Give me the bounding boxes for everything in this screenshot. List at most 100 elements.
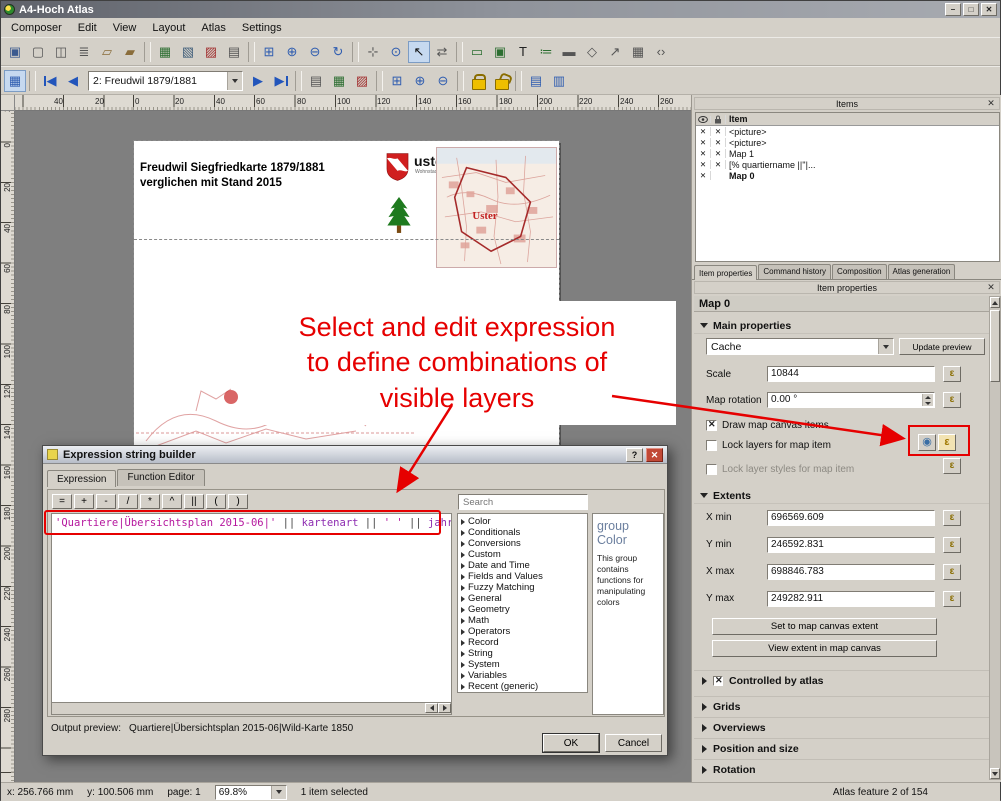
tab-atlas-generation[interactable]: Atlas generation xyxy=(888,264,956,279)
save-project-icon[interactable]: ▣ xyxy=(4,41,26,63)
section-header[interactable]: Overviews xyxy=(694,717,989,738)
lock-checkbox[interactable]: ✕ xyxy=(711,127,726,136)
visibility-checkbox[interactable]: ✕ xyxy=(696,138,711,147)
maximize-button[interactable]: □ xyxy=(963,3,979,16)
visibility-checkbox[interactable]: ✕ xyxy=(696,127,711,136)
scroll-down-icon[interactable] xyxy=(990,768,1000,779)
function-group[interactable]: General xyxy=(459,593,586,604)
historic-map-picture[interactable]: Uster xyxy=(436,147,557,268)
operator-button[interactable]: = xyxy=(52,494,72,509)
update-preview-button[interactable]: Update preview xyxy=(899,338,985,355)
unlock-layers-icon[interactable] xyxy=(490,70,512,92)
scroll-left-icon[interactable] xyxy=(425,703,438,713)
draw-map-canvas-items-checkbox[interactable]: Draw map canvas items xyxy=(706,418,829,432)
tab-expression[interactable]: Expression xyxy=(47,470,116,487)
last-feature-icon[interactable]: ▶ xyxy=(270,70,292,92)
refresh-view-icon[interactable]: ↻ xyxy=(327,41,349,63)
lock-layers-data-defined-button[interactable] xyxy=(938,434,956,451)
properties-scrollbar[interactable] xyxy=(989,296,1001,780)
extent-data-defined-button[interactable] xyxy=(943,537,961,553)
load-template-icon[interactable]: ▱ xyxy=(96,41,118,63)
operator-button[interactable]: ) xyxy=(228,494,248,509)
tab-composition[interactable]: Composition xyxy=(832,264,886,279)
add-image-icon[interactable]: ▣ xyxy=(489,41,511,63)
function-group[interactable]: Recent (generic) xyxy=(459,681,586,692)
menu-item[interactable]: Edit xyxy=(70,20,105,36)
function-group[interactable]: Operators xyxy=(459,626,586,637)
dialog-close-button[interactable]: ✕ xyxy=(646,448,663,462)
export-as-image-icon[interactable]: ▦ xyxy=(154,41,176,63)
page-properties-icon[interactable]: ▥ xyxy=(548,70,570,92)
operator-button[interactable]: / xyxy=(118,494,138,509)
pan-icon[interactable]: ⊹ xyxy=(362,41,384,63)
expression-editor[interactable]: 'Quartiere|Übersichtsplan 2015-06|' || k… xyxy=(51,513,452,703)
duplicate-composition-icon[interactable]: ◫ xyxy=(50,41,72,63)
preview-atlas-icon[interactable]: ▦ xyxy=(4,70,26,92)
select-move-item-icon[interactable]: ↖ xyxy=(408,41,430,63)
section-header[interactable]: Rotation xyxy=(694,759,989,780)
minimize-button[interactable]: – xyxy=(945,3,961,16)
next-feature-icon[interactable]: ▶ xyxy=(247,70,269,92)
scroll-up-icon[interactable] xyxy=(990,297,1000,308)
spinner-buttons[interactable] xyxy=(922,394,933,406)
zoom-combo[interactable]: 69.8% xyxy=(215,785,287,800)
extent-data-defined-button[interactable] xyxy=(943,591,961,607)
scrollbar-thumb[interactable] xyxy=(990,310,1000,382)
function-group[interactable]: Record xyxy=(459,637,586,648)
function-group[interactable]: Variables xyxy=(459,670,586,681)
dialog-title-bar[interactable]: Expression string builder ? ✕ xyxy=(43,446,667,464)
extent-input[interactable]: 249282.911 xyxy=(767,591,935,607)
new-composition-icon[interactable]: ▢ xyxy=(27,41,49,63)
scale-input[interactable]: 10844 xyxy=(767,366,935,382)
close-panel-icon[interactable]: ✕ xyxy=(985,282,997,293)
menu-item[interactable]: Composer xyxy=(3,20,70,36)
function-group[interactable]: Color xyxy=(459,516,586,527)
menu-item[interactable]: View xyxy=(105,20,145,36)
add-label-icon[interactable]: T xyxy=(512,41,534,63)
scale-data-defined-button[interactable] xyxy=(943,366,961,382)
dropdown-arrow-icon[interactable] xyxy=(878,339,893,354)
new-page-icon[interactable]: ▤ xyxy=(525,70,547,92)
extent-data-defined-button[interactable] xyxy=(943,510,961,526)
dropdown-arrow-icon[interactable] xyxy=(227,72,242,90)
items-row[interactable]: ✕ Map 0 xyxy=(696,170,999,181)
main-properties-header[interactable]: Main properties xyxy=(694,318,989,334)
add-shape-icon[interactable]: ◇ xyxy=(581,41,603,63)
visibility-checkbox[interactable]: ✕ xyxy=(696,160,711,169)
zoom-in-icon[interactable]: ⊕ xyxy=(281,41,303,63)
close-button[interactable]: ✕ xyxy=(981,3,997,16)
zoom-out-icon[interactable]: ⊖ xyxy=(304,41,326,63)
dropdown-arrow-icon[interactable] xyxy=(271,786,286,799)
extent-data-defined-button[interactable] xyxy=(943,564,961,580)
visibility-checkbox[interactable]: ✕ xyxy=(696,171,711,180)
function-group[interactable]: Conditionals xyxy=(459,527,586,538)
view-extent-button[interactable]: View extent in map canvas xyxy=(712,640,937,657)
atlas-zoom-in-icon[interactable]: ⊕ xyxy=(409,70,431,92)
function-group[interactable]: Fields and Values xyxy=(459,571,586,582)
operator-button[interactable]: || xyxy=(184,494,204,509)
controlled-by-atlas-section[interactable]: Controlled by atlas xyxy=(694,670,989,691)
operator-button[interactable]: + xyxy=(74,494,94,509)
expression-h-scrollbar[interactable] xyxy=(51,703,452,715)
items-row[interactable]: ✕ ✕ [% quartiername ||''|... xyxy=(696,159,999,170)
function-group[interactable]: Fuzzy Matching xyxy=(459,582,586,593)
add-new-map-icon[interactable]: ▭ xyxy=(466,41,488,63)
add-attribute-table-icon[interactable]: ▦ xyxy=(627,41,649,63)
lock-layer-styles-checkbox[interactable]: Lock layer styles for map item xyxy=(706,462,854,476)
items-list[interactable]: Item ✕ ✕ <picture> ✕ ✕ <picture> ✕ ✕ Map xyxy=(695,112,1000,262)
function-group[interactable]: Geometry xyxy=(459,604,586,615)
section-header[interactable]: Grids xyxy=(694,696,989,717)
function-group[interactable]: System xyxy=(459,659,586,670)
print-icon[interactable]: ▤ xyxy=(223,41,245,63)
tab-item-properties[interactable]: Item properties xyxy=(694,265,757,280)
function-group[interactable]: Date and Time xyxy=(459,560,586,571)
items-row[interactable]: ✕ ✕ <picture> xyxy=(696,126,999,137)
lock-layers-icon[interactable] xyxy=(467,70,489,92)
extent-input[interactable]: 246592.831 xyxy=(767,537,935,553)
tab-function-editor[interactable]: Function Editor xyxy=(117,469,204,486)
visibility-checkbox[interactable]: ✕ xyxy=(696,149,711,158)
title-bar[interactable]: A4-Hoch Atlas – □ ✕ xyxy=(1,1,1000,18)
save-template-icon[interactable]: ▰ xyxy=(119,41,141,63)
function-group[interactable]: String xyxy=(459,648,586,659)
cache-mode-combo[interactable]: Cache xyxy=(706,338,894,355)
